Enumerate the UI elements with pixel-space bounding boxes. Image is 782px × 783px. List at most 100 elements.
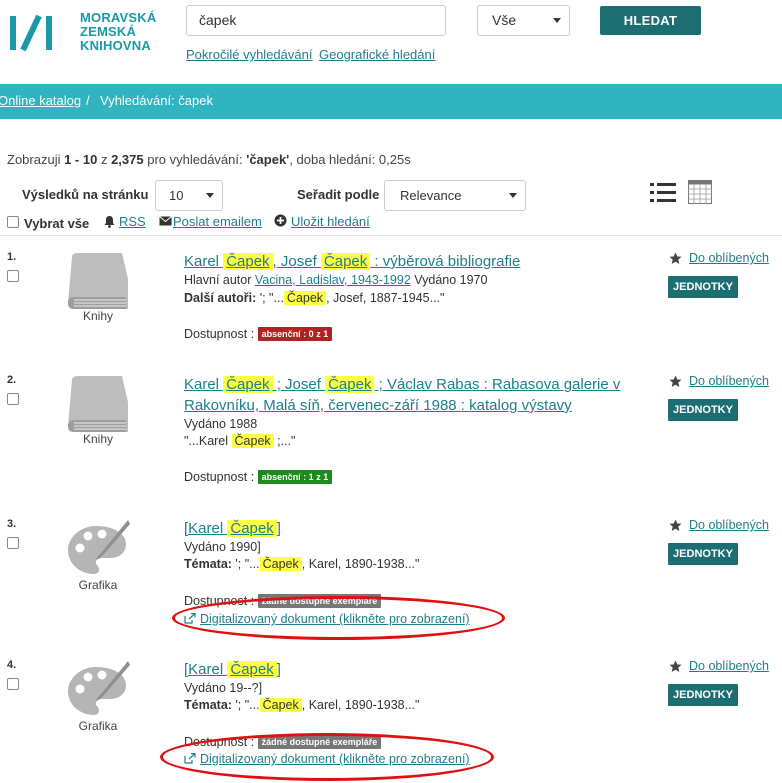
search-scope-select[interactable]: Vše <box>477 5 570 36</box>
availability: Dostupnost : absenční : 0 z 1 <box>184 327 333 341</box>
logo-text: MORAVSKÁ ZEMSKÁ KNIHOVNA <box>80 11 156 53</box>
title-part: Karel <box>184 376 224 393</box>
availability-label: Dostupnost : <box>184 470 255 484</box>
availability-label: Dostupnost : <box>184 327 255 341</box>
title-highlight: Čapek <box>227 661 277 678</box>
result-item: 2. Knihy Karel Čapek ; Josef Čapek ; Vác… <box>0 374 782 494</box>
chevron-down-icon <box>509 193 517 198</box>
result-item: 3. Grafika [Karel Čapek] Vydáno 1990] Té… <box>0 518 782 640</box>
availability: Dostupnost : absenční : 1 z 1 <box>184 470 333 484</box>
snippet-text: '; "... <box>256 291 284 305</box>
envelope-icon <box>159 216 172 226</box>
holdings-button[interactable]: JEDNOTKY <box>668 684 738 706</box>
advanced-search-link[interactable]: Pokročilé vyhledávání <box>186 47 312 62</box>
annotation-ellipse <box>172 596 505 640</box>
title-part: [Karel <box>184 661 228 678</box>
snippet-text: ;..." <box>273 434 296 448</box>
result-checkbox[interactable] <box>7 537 19 549</box>
save-search-link[interactable]: Uložit hledání <box>291 214 370 229</box>
result-number: 2. <box>7 374 17 386</box>
summary-query: 'čapek' <box>246 152 290 167</box>
title-part: ; Josef <box>272 376 326 393</box>
author-link[interactable]: Vacina, Ladislav, 1943-1992 <box>255 273 411 287</box>
logo-line: MORAVSKÁ <box>80 10 157 25</box>
title-part: : výběrová bibliografie <box>370 253 521 270</box>
breadcrumb-separator: / <box>86 93 90 108</box>
search-input[interactable]: čapek <box>186 5 446 36</box>
published-text: Vydáno 1970 <box>410 273 488 287</box>
result-checkbox[interactable] <box>7 270 19 282</box>
title-part: ; Václav Rabas : Rabasova galerie v <box>374 376 621 393</box>
plus-circle-icon <box>274 214 287 227</box>
topics-label: Témata: <box>184 557 232 571</box>
star-icon <box>669 519 682 531</box>
title-part: [Karel <box>184 520 228 537</box>
title-part: Karel <box>184 253 224 270</box>
result-checkbox[interactable] <box>7 678 19 690</box>
snippet-highlight: Čapek <box>231 434 274 448</box>
published-text: Vydáno 1990] <box>184 540 261 554</box>
bell-icon <box>104 216 115 228</box>
title-highlight: Čapek <box>223 253 273 270</box>
title-highlight: Čapek <box>227 520 277 537</box>
author-label: Hlavní autor <box>184 273 255 287</box>
chevron-down-icon <box>553 18 561 23</box>
holdings-button[interactable]: JEDNOTKY <box>668 543 738 565</box>
snippet-text: , Karel, 1890-1938..." <box>301 698 420 712</box>
add-to-favorites-link[interactable]: Do oblíbených <box>689 374 769 388</box>
snippet-text: '; "... <box>231 698 260 712</box>
logo-line: KNIHOVNA <box>80 38 151 53</box>
snippet-highlight: Čapek <box>259 557 302 571</box>
result-snippet: Témata: '; "... Čapek, Karel, 1890-1938..… <box>184 557 419 571</box>
summary-range: 1 - 10 <box>64 152 98 167</box>
format-label: Knihy <box>82 432 114 446</box>
holdings-button[interactable]: JEDNOTKY <box>668 276 738 298</box>
published-text: Vydáno 19--?] <box>184 681 263 695</box>
breadcrumb-home-link[interactable]: Online katalog <box>0 93 81 108</box>
result-title-link[interactable]: [Karel Čapek] <box>184 518 281 539</box>
star-icon <box>669 660 682 672</box>
list-view-icon[interactable] <box>650 181 676 205</box>
annotation-ellipse <box>160 733 494 781</box>
add-to-favorites-link[interactable]: Do oblíbených <box>689 518 769 532</box>
result-checkbox[interactable] <box>7 393 19 405</box>
book-icon <box>68 376 128 432</box>
grid-view-icon[interactable] <box>688 180 712 204</box>
result-item: 1. Knihy Karel Čapek, Josef Čapek : výbě… <box>0 251 782 351</box>
snippet-text: "...Karel <box>184 434 232 448</box>
result-item: 4. Grafika [Karel Čapek] Vydáno 19--?] T… <box>0 659 782 783</box>
sort-select[interactable]: Relevance <box>384 180 526 211</box>
geographic-search-link[interactable]: Geografické hledání <box>319 47 435 62</box>
email-link[interactable]: Poslat emailem <box>173 214 262 229</box>
holdings-button[interactable]: JEDNOTKY <box>668 399 738 421</box>
title-part: , Josef <box>272 253 321 270</box>
summary-text: pro vyhledávání: <box>143 152 247 167</box>
availability-badge: absenční : 1 z 1 <box>257 470 333 484</box>
result-title-link[interactable]: [Karel Čapek] <box>184 659 281 680</box>
per-page-select[interactable]: 10 <box>155 180 223 211</box>
result-number: 4. <box>7 659 17 671</box>
published-text: Vydáno 1988 <box>184 417 258 431</box>
add-to-favorites-link[interactable]: Do oblíbených <box>689 659 769 673</box>
per-page-value: 10 <box>169 188 184 203</box>
search-button[interactable]: HLEDAT <box>600 6 701 35</box>
result-author-line: Hlavní autor Vacina, Ladislav, 1943-1992… <box>184 273 487 287</box>
sort-value: Relevance <box>400 188 462 203</box>
result-title-link[interactable]: Karel Čapek ; Josef Čapek ; Václav Rabas… <box>184 374 620 416</box>
other-authors-label: Další autoři: <box>184 291 257 305</box>
scope-value: Vše <box>492 12 517 28</box>
format-label: Knihy <box>82 309 114 323</box>
add-to-favorites-link[interactable]: Do oblíbených <box>689 251 769 265</box>
rss-link[interactable]: RSS <box>119 214 146 229</box>
select-all-checkbox[interactable] <box>7 216 19 228</box>
result-number: 3. <box>7 518 17 530</box>
chevron-down-icon <box>206 193 214 198</box>
result-title-link[interactable]: Karel Čapek, Josef Čapek : výběrová bibl… <box>184 251 520 272</box>
results-summary: Zobrazuji 1 - 10 z 2,375 pro vyhledávání… <box>7 152 411 167</box>
title-highlight: Čapek <box>320 253 371 270</box>
result-snippet: Témata: '; "... Čapek, Karel, 1890-1938..… <box>184 698 419 712</box>
select-all-label: Vybrat vše <box>24 216 90 231</box>
logo-icon <box>10 14 52 52</box>
format-label: Grafika <box>78 578 118 592</box>
book-icon <box>68 253 128 309</box>
